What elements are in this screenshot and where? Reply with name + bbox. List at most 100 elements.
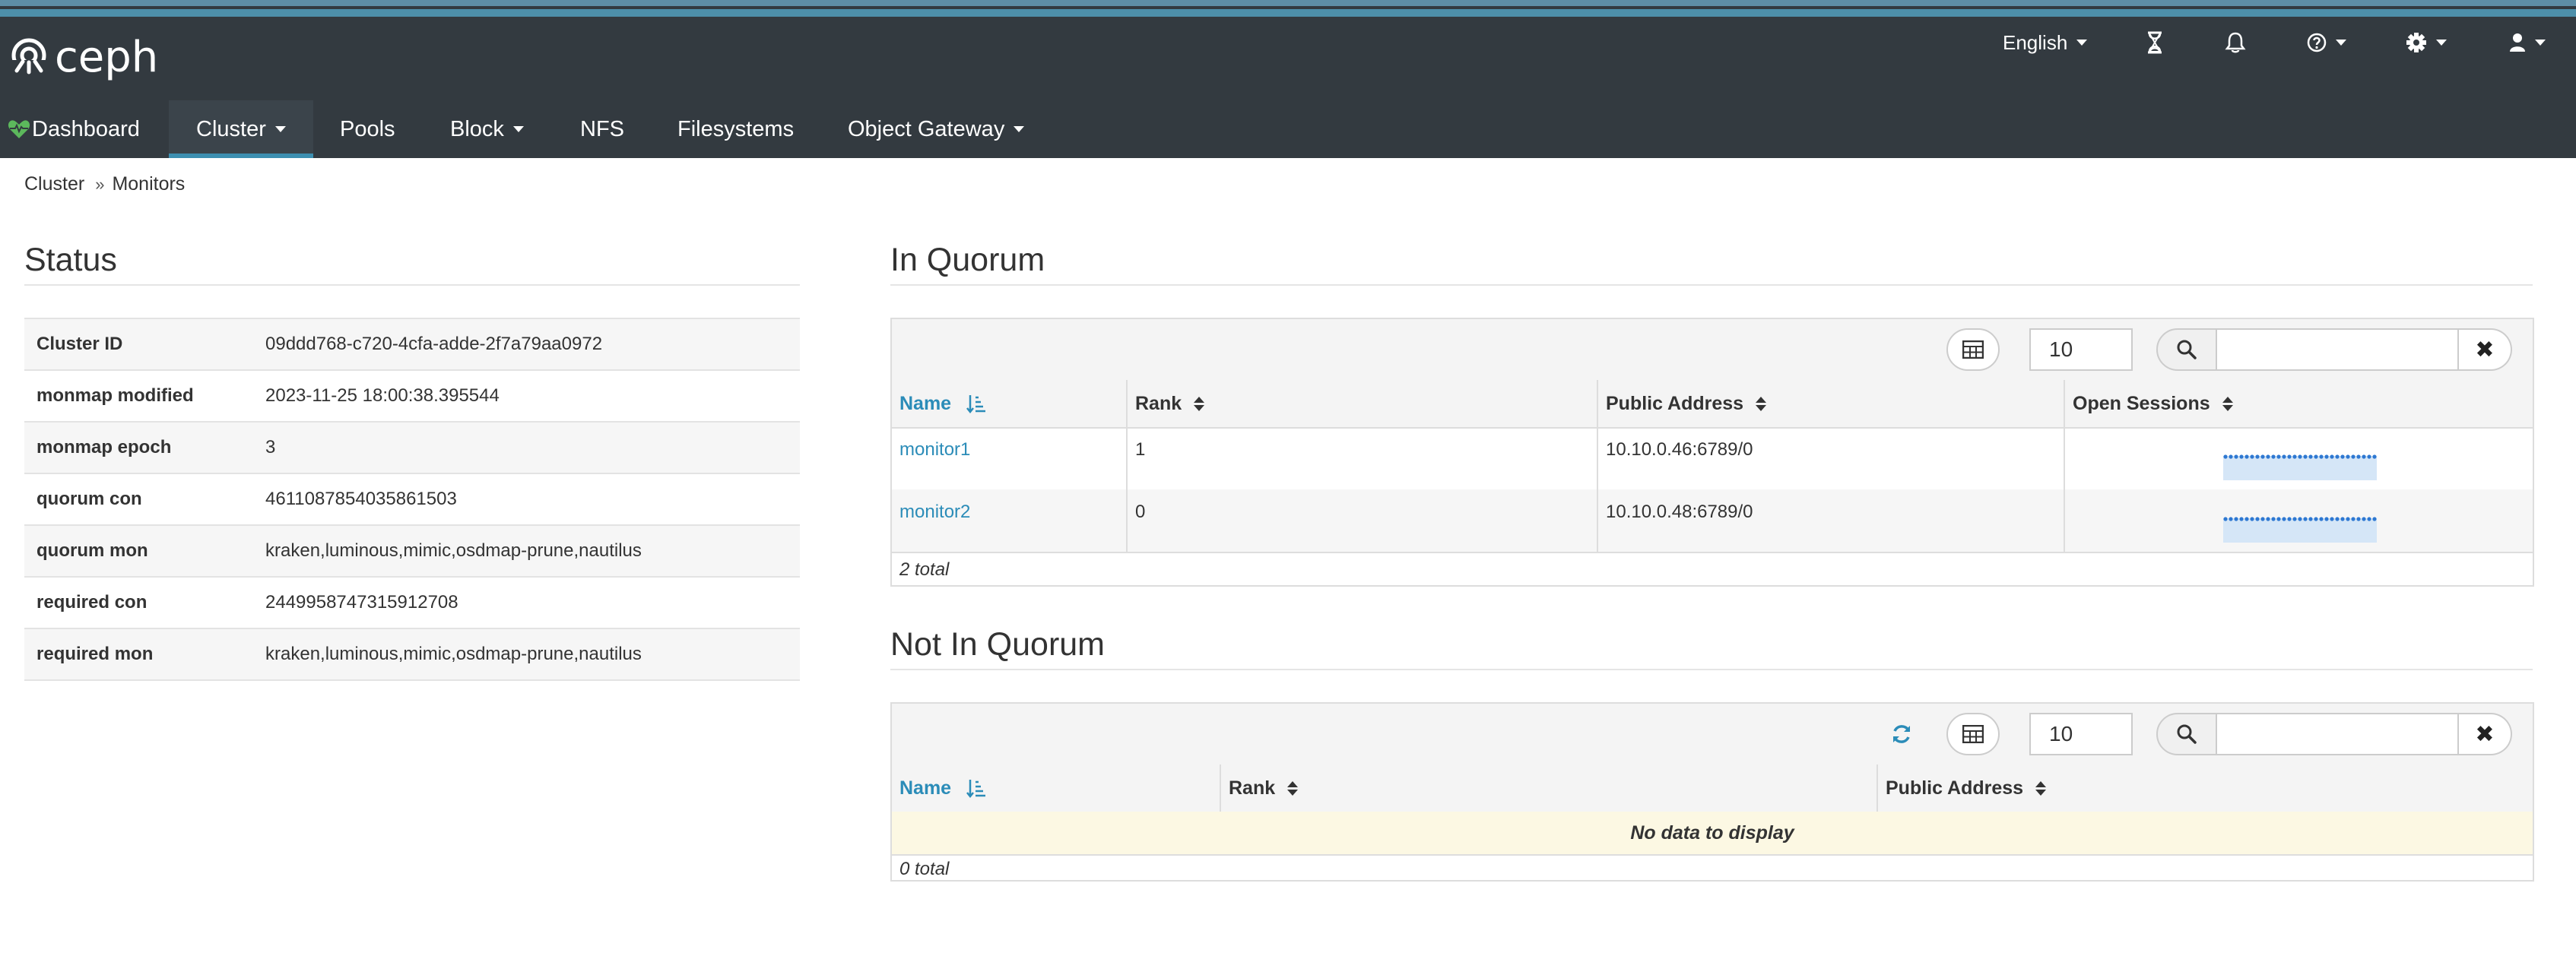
status-row: monmap epoch 3 [24,421,800,473]
column-header-name[interactable]: Name [892,764,1221,812]
sparkline-point [2340,454,2345,459]
column-toggle-button[interactable] [1946,328,2000,371]
column-header-name[interactable]: Name [892,380,1128,427]
sparkline-point [2314,454,2318,459]
nav-item-filesystems[interactable]: Filesystems [677,100,794,158]
sort-icon [1194,396,1205,411]
table-footer-total: 0 total [899,859,950,879]
in-quorum-divider [890,284,2533,286]
user-icon [2510,33,2525,52]
sparkline-point [2244,517,2249,521]
page-size-input[interactable]: 10 [2029,328,2133,371]
sparkline-point [2298,454,2302,459]
main-navigation: Dashboard Cluster Pools Block NFS Filesy… [0,100,2576,158]
sort-icon [1756,396,1767,411]
search-icon [2177,724,2197,744]
nav-item-cluster[interactable]: Cluster [169,100,313,158]
chevron-down-icon [2076,40,2088,46]
sparkline-point [2330,517,2334,521]
status-key: monmap modified [36,385,194,406]
sparkline-point [2255,517,2260,521]
in-quorum-table: 10 ✖ Name Rank Public Address Open Sessi… [890,318,2534,587]
nav-item-block[interactable]: Block [450,100,524,158]
column-header-rank[interactable]: Rank [1221,764,1878,812]
monitor-link[interactable]: monitor2 [899,502,970,522]
help-menu[interactable] [2307,26,2346,59]
settings-menu[interactable] [2406,26,2447,59]
nav-item-pools[interactable]: Pools [340,100,395,158]
nav-item-dashboard[interactable]: Dashboard [8,100,140,158]
table-toolbar: 10 ✖ [892,319,2533,381]
empty-table-message: No data to display [892,812,2533,856]
column-header-public-address[interactable]: Public Address [1878,764,2533,812]
search-input[interactable] [2217,713,2459,755]
sparkline-point [2362,517,2366,521]
cell-rank: 0 [1128,489,1598,552]
nav-item-nfs[interactable]: NFS [580,100,624,158]
sparkline-point [2287,454,2292,459]
clear-search-button[interactable]: ✖ [2459,328,2512,371]
sparkline-point [2356,517,2361,521]
search-input[interactable] [2217,328,2459,371]
page-size-input[interactable]: 10 [2029,713,2133,755]
sparkline-point [2372,517,2377,521]
status-row: required mon kraken,luminous,mimic,osdma… [24,628,800,681]
sort-ascending-icon [966,780,986,798]
nav-item-object-gateway[interactable]: Object Gateway [848,100,1025,158]
breadcrumb-item-cluster[interactable]: Cluster [24,173,84,195]
sparkline-point [2324,517,2329,521]
tasks-button[interactable] [2146,26,2164,59]
refresh-button[interactable] [1879,713,1924,755]
user-menu[interactable] [2509,26,2546,59]
sparkline-point [2303,454,2308,459]
column-label: Rank [1229,777,1276,799]
status-key: quorum mon [36,540,148,561]
sparkline-point [2292,517,2297,521]
open-sessions-sparkline [2223,517,2377,543]
sparkline-point [2335,454,2340,459]
open-sessions-sparkline [2223,454,2377,480]
column-header-open-sessions[interactable]: Open Sessions [2065,380,2533,427]
column-header-rank[interactable]: Rank [1128,380,1598,427]
sparkline-point [2351,454,2356,459]
sparkline-point [2372,454,2377,459]
navbar-accent-stripe [0,0,2576,6]
search-icon [2177,340,2197,359]
status-row: quorum mon kraken,luminous,mimic,osdmap-… [24,524,800,576]
sparkline-point [2298,517,2302,521]
status-row: Cluster ID 09ddd768-c720-4cfa-adde-2f7a7… [24,318,800,369]
sparkline-point [2271,517,2276,521]
sparkline-point [2346,517,2350,521]
cell-public-address: 10.10.0.48:6789/0 [1598,489,2065,552]
column-toggle-button[interactable] [1946,713,2000,755]
active-tab-indicator [169,154,313,158]
status-title: Status [24,242,117,278]
chevron-down-icon [274,126,286,132]
gear-icon [2406,33,2426,52]
table-row: monitor2 0 10.10.0.48:6789/0 [892,489,2533,553]
language-selector[interactable]: English [2003,26,2088,59]
clear-search-button[interactable]: ✖ [2459,713,2512,755]
sparkline-point [2308,454,2313,459]
monitor-link[interactable]: monitor1 [899,439,970,460]
column-header-public-address[interactable]: Public Address [1598,380,2065,427]
table-toolbar: 10 ✖ [892,704,2533,766]
nav-label-block: Block [450,116,504,141]
table-footer-total: 2 total [899,559,950,580]
chevron-down-icon [2436,40,2447,46]
status-value: kraken,luminous,mimic,osdmap-prune,nauti… [265,644,642,664]
sparkline-point [2234,454,2238,459]
notifications-button[interactable] [2225,26,2246,59]
ceph-logo[interactable]: ceph [9,30,158,84]
status-row: quorum con 4611087854035861503 [24,473,800,524]
logo-text: ceph [55,32,159,82]
status-value: 2449958747315912708 [265,592,458,613]
sparkline-point [2287,517,2292,521]
search-addon [2156,713,2217,755]
chevron-down-icon [2336,40,2346,46]
column-label: Public Address [1886,777,2024,799]
close-icon: ✖ [2475,337,2495,362]
sparkline-point [2340,517,2345,521]
status-key: quorum con [36,489,142,509]
not-in-quorum-divider [890,669,2533,670]
